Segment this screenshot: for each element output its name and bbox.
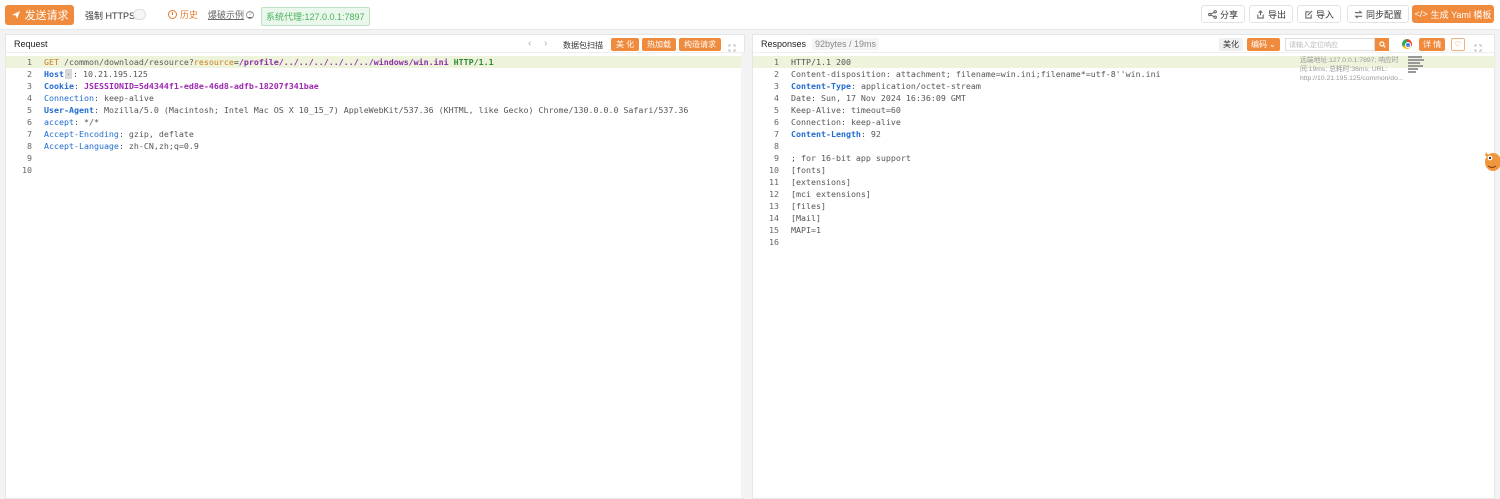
- response-line: 12 [mci extensions]: [753, 188, 1496, 200]
- send-request-label: 发送请求: [24, 10, 69, 22]
- code-icon: </>: [1414, 9, 1428, 19]
- heart-icon[interactable]: ♡: [1451, 38, 1465, 51]
- response-line: 16: [753, 236, 1496, 248]
- request-line: 3 Cookie: JSESSIONID=5d4344f1-ed8e-46d8-…: [27, 81, 319, 91]
- line-number: 3: [774, 81, 779, 91]
- request-line: 4 Connection: keep-alive: [27, 93, 154, 103]
- generate-yaml-button[interactable]: </> 生成 Yaml 模板: [1412, 5, 1494, 23]
- browser-icon[interactable]: [1402, 39, 1412, 49]
- response-title: Responses: [761, 39, 807, 49]
- request-editor[interactable]: 1 GET /common/download/resource?resource…: [6, 56, 746, 176]
- system-proxy-badge: 系统代理:127.0.0.1:7897: [261, 7, 370, 26]
- line-number: 10: [769, 165, 779, 175]
- response-line: 14 [Mail]: [753, 212, 1496, 224]
- response-size-time: 92bytes / 19ms: [812, 38, 880, 50]
- generate-yaml-label: 生成 Yaml 模板: [1430, 9, 1492, 20]
- import-label: 导入: [1316, 9, 1335, 20]
- line-number: 13: [769, 201, 779, 211]
- response-line: 6 Connection: keep-alive: [753, 116, 1496, 128]
- expand-icon[interactable]: [728, 39, 736, 52]
- vertical-scrollbar[interactable]: [741, 53, 746, 498]
- line-number: 7: [774, 129, 779, 139]
- brute-force-example-link[interactable]: 爆破示例 ?: [208, 8, 255, 21]
- export-label: 导出: [1268, 9, 1287, 20]
- response-search-input[interactable]: 请输入定位响应: [1285, 38, 1375, 51]
- line-number: 12: [769, 189, 779, 199]
- line-number: 6: [774, 117, 779, 127]
- response-header: Responses 92bytes / 19ms 美化 编码 ⌄ 请输入定位响应…: [753, 35, 1494, 53]
- search-button[interactable]: [1375, 38, 1389, 51]
- force-https-toggle[interactable]: [133, 9, 146, 20]
- send-icon: [11, 11, 20, 19]
- line-number: 14: [769, 213, 779, 223]
- line-number: 5: [774, 105, 779, 115]
- line-number: 8: [774, 141, 779, 151]
- response-line: 5 Keep-Alive: timeout=60: [753, 104, 1496, 116]
- request-line: 8 Accept-Language: zh-CN,zh;q=0.9: [27, 141, 199, 151]
- send-request-button[interactable]: 发送请求: [5, 5, 74, 25]
- history-label: 历史: [180, 10, 199, 20]
- construct-request-button[interactable]: 构造请求: [679, 38, 721, 51]
- chevron-right-icon[interactable]: ›: [544, 38, 547, 49]
- force-https-label: 强制 HTTPS: [85, 11, 136, 21]
- sync-config-label: 同步配置: [1366, 9, 1403, 20]
- top-toolbar: 发送请求 强制 HTTPS 历史 爆破示例 ? 系统代理:127.0.0.1:7…: [0, 0, 1500, 30]
- beautify-button[interactable]: 美化: [1219, 38, 1243, 51]
- sync-icon: [1354, 10, 1363, 18]
- hotload-button[interactable]: 热加载: [642, 38, 676, 51]
- export-icon: [1257, 9, 1264, 19]
- help-icon: ?: [246, 10, 255, 19]
- response-line: 8: [753, 140, 1496, 152]
- beautify-button[interactable]: 美 化: [611, 38, 640, 51]
- line-number: 4: [774, 93, 779, 103]
- line-number: 11: [769, 177, 779, 187]
- request-line: 7 Accept-Encoding: gzip, deflate: [27, 129, 194, 139]
- request-line: 10: [22, 165, 32, 175]
- response-panel: Responses 92bytes / 19ms 美化 编码 ⌄ 请输入定位响应…: [752, 34, 1496, 499]
- response-overview-text: 远端地址:127.0.0.1:7897; 响应时间:19ms; 总耗时:36ms…: [1300, 57, 1404, 82]
- response-line: 11 [extensions]: [753, 176, 1496, 188]
- share-button[interactable]: 分享: [1201, 5, 1246, 23]
- export-button[interactable]: 导出: [1249, 5, 1294, 23]
- line-number: 16: [769, 237, 779, 247]
- sync-config-button[interactable]: 同步配置: [1347, 5, 1410, 23]
- search-icon: [1378, 41, 1386, 48]
- history-button[interactable]: 历史: [168, 8, 198, 21]
- line-number: 15: [769, 225, 779, 235]
- request-line: 5 User-Agent: Mozilla/5.0 (Macintosh; In…: [27, 105, 689, 115]
- response-line: 7 Content-Length: 92: [753, 128, 1496, 140]
- request-header: Request ‹ › 数据包扫描 美 化 热加载 构造请求: [6, 35, 744, 53]
- details-button[interactable]: 详 情: [1419, 38, 1446, 51]
- line-number: 9: [774, 153, 779, 163]
- mascot-icon[interactable]: [1480, 148, 1500, 174]
- encode-dropdown[interactable]: 编码 ⌄: [1247, 38, 1280, 51]
- expand-icon[interactable]: [1474, 39, 1482, 52]
- share-label: 分享: [1220, 9, 1239, 20]
- clock-icon: [168, 10, 177, 19]
- response-line: 15 MAPI=1: [753, 224, 1496, 236]
- share-icon: [1208, 9, 1217, 19]
- import-button[interactable]: 导入: [1297, 5, 1342, 23]
- request-line: 1 GET /common/download/resource?resource…: [6, 56, 746, 68]
- line-number: 1: [774, 57, 779, 67]
- line-number: 2: [774, 69, 779, 79]
- response-line: 10 [fonts]: [753, 164, 1496, 176]
- minimap[interactable]: [1408, 56, 1424, 78]
- example-label: 爆破示例: [208, 10, 245, 20]
- line-number: 1: [27, 57, 32, 67]
- chevron-down-icon: ⌄: [1269, 40, 1276, 49]
- request-panel: Request ‹ › 数据包扫描 美 化 热加载 构造请求 1 GET /co…: [5, 34, 746, 499]
- import-icon: [1305, 10, 1313, 19]
- request-line: 6 accept: */*: [27, 117, 99, 127]
- request-title: Request: [14, 39, 48, 49]
- chevron-left-icon[interactable]: ‹: [528, 38, 531, 49]
- response-line: 4 Date: Sun, 17 Nov 2024 16:36:09 GMT: [753, 92, 1496, 104]
- packet-scan-button[interactable]: 数据包扫描: [563, 40, 603, 51]
- request-line: 2 Host ·: 10.21.195.125: [27, 69, 148, 79]
- encode-label: 编码: [1251, 40, 1267, 49]
- response-line: 9; for 16-bit app support: [753, 152, 1496, 164]
- response-line: 13 [files]: [753, 200, 1496, 212]
- response-editor[interactable]: 1 HTTP/1.1 200 2 Content-disposition: attac…: [753, 56, 1496, 248]
- request-line: 9: [27, 153, 32, 163]
